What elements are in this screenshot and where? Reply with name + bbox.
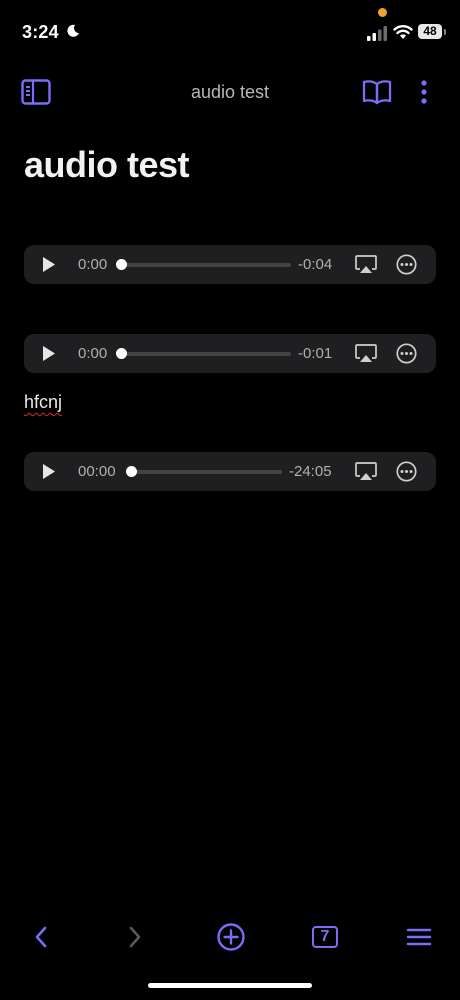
reading-view-icon — [362, 80, 392, 105]
progress-track[interactable] — [121, 263, 291, 267]
forward-button[interactable] — [120, 922, 150, 952]
privacy-indicator-dot — [378, 8, 387, 17]
more-circle-icon[interactable] — [396, 343, 417, 364]
play-icon[interactable] — [42, 463, 56, 480]
new-note-icon — [217, 923, 245, 951]
more-circle-icon[interactable] — [396, 461, 417, 482]
top-nav-bar: audio test — [0, 72, 460, 116]
menu-button[interactable] — [404, 922, 434, 952]
current-time: 0:00 — [78, 345, 108, 362]
remaining-time: -24:05 — [289, 463, 332, 480]
progress-track[interactable] — [121, 352, 291, 356]
progress-thumb[interactable] — [126, 466, 137, 477]
back-arrow-icon — [35, 926, 47, 948]
progress-thumb[interactable] — [116, 259, 127, 270]
forward-arrow-icon — [129, 926, 141, 948]
back-button[interactable] — [26, 922, 56, 952]
status-time: 3:24 — [22, 22, 59, 42]
body-text[interactable]: hfcnj — [24, 392, 62, 413]
more-options-icon — [421, 80, 427, 104]
home-indicator[interactable] — [148, 983, 312, 988]
progress-track[interactable] — [131, 470, 282, 474]
wifi-icon — [393, 25, 413, 39]
more-circle-icon[interactable] — [396, 254, 417, 275]
moon-icon — [67, 24, 79, 37]
audio-player: 0:00 -0:01 — [24, 334, 436, 373]
remaining-time: -0:04 — [298, 256, 333, 273]
audio-player: 0:00 -0:04 — [24, 245, 436, 284]
remaining-time: -0:01 — [298, 345, 333, 362]
tabs-icon: 7 — [312, 926, 338, 948]
new-note-button[interactable] — [215, 921, 247, 953]
bottom-toolbar: 7 — [0, 912, 460, 962]
reading-view-button[interactable] — [361, 78, 393, 106]
page-title: audio test — [24, 144, 190, 185]
cellular-signal-icon — [367, 26, 387, 41]
status-bar: 3:24 48 — [0, 0, 460, 60]
menu-icon — [406, 928, 432, 946]
airplay-icon[interactable] — [355, 344, 377, 363]
airplay-icon[interactable] — [355, 462, 377, 481]
more-options-button[interactable] — [414, 78, 434, 106]
audio-player: 00:00 -24:05 — [24, 452, 436, 491]
tabs-button[interactable]: 7 — [310, 924, 340, 950]
progress-thumb[interactable] — [116, 348, 127, 359]
current-time: 00:00 — [78, 463, 116, 480]
play-icon[interactable] — [42, 256, 56, 273]
battery-icon: 48 — [418, 24, 448, 41]
current-time: 0:00 — [78, 256, 108, 273]
airplay-icon[interactable] — [355, 255, 377, 274]
play-icon[interactable] — [42, 345, 56, 362]
battery-level: 48 — [418, 24, 442, 39]
